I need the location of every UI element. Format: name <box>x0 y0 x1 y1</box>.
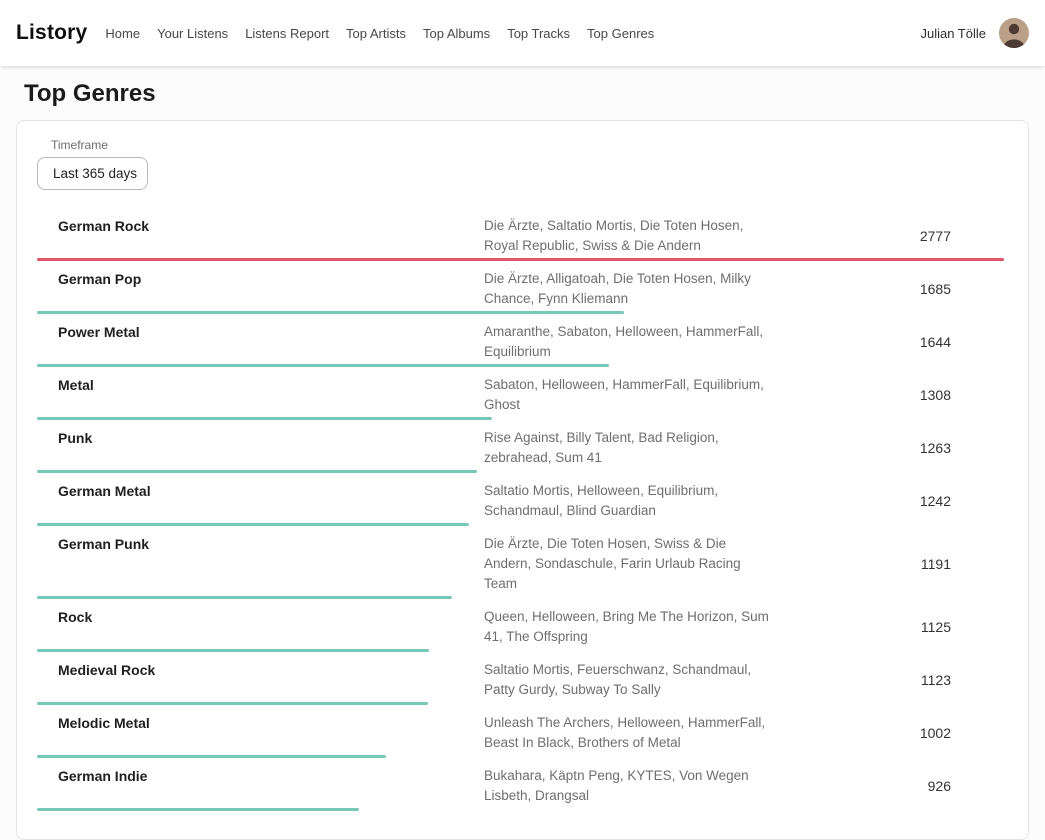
app-logo[interactable]: Listory <box>16 21 87 45</box>
timeframe-filter: Timeframe Last 365 days <box>37 138 1028 190</box>
genre-row-main: Metal Sabaton, Helloween, HammerFall, Eq… <box>37 375 1004 415</box>
nav-item-listens-report[interactable]: Listens Report <box>245 26 329 41</box>
genre-row-main: Medieval Rock Saltatio Mortis, Feuerschw… <box>37 660 1004 700</box>
genre-name: German Indie <box>37 766 484 786</box>
genre-artists: Die Ärzte, Alligatoah, Die Toten Hosen, … <box>484 269 769 309</box>
genre-row-main: German Indie Bukahara, Käptn Peng, KYTES… <box>37 766 1004 806</box>
genre-count: 1308 <box>799 387 1004 403</box>
genre-row-main: Power Metal Amaranthe, Sabaton, Hellowee… <box>37 322 1004 362</box>
genre-row: Punk Rise Against, Billy Talent, Bad Rel… <box>37 420 1004 473</box>
genre-table: German Rock Die Ärzte, Saltatio Mortis, … <box>37 208 1004 811</box>
nav-item-your-listens[interactable]: Your Listens <box>157 26 228 41</box>
top-genres-card: Timeframe Last 365 days German Rock Die … <box>16 120 1029 840</box>
genre-row: Medieval Rock Saltatio Mortis, Feuerschw… <box>37 652 1004 705</box>
genre-row: German Punk Die Ärzte, Die Toten Hosen, … <box>37 526 1004 599</box>
genre-count: 926 <box>799 778 1004 794</box>
genre-row-main: Melodic Metal Unleash The Archers, Hello… <box>37 713 1004 753</box>
timeframe-label: Timeframe <box>51 138 1028 152</box>
genre-count: 1191 <box>799 556 1004 572</box>
nav-item-top-albums[interactable]: Top Albums <box>423 26 490 41</box>
genre-name: Metal <box>37 375 484 395</box>
genre-count: 1263 <box>799 440 1004 456</box>
genre-row: Rock Queen, Helloween, Bring Me The Hori… <box>37 599 1004 652</box>
genre-row: German Metal Saltatio Mortis, Helloween,… <box>37 473 1004 526</box>
genre-artists: Queen, Helloween, Bring Me The Horizon, … <box>484 607 769 647</box>
page-title: Top Genres <box>0 80 1045 108</box>
genre-row: Metal Sabaton, Helloween, HammerFall, Eq… <box>37 367 1004 420</box>
genre-count: 1125 <box>799 619 1004 635</box>
genre-count: 1644 <box>799 334 1004 350</box>
timeframe-select[interactable]: Last 365 days <box>37 157 148 190</box>
genre-row: Power Metal Amaranthe, Sabaton, Hellowee… <box>37 314 1004 367</box>
genre-bar <box>37 808 359 811</box>
genre-artists: Sabaton, Helloween, HammerFall, Equilibr… <box>484 375 769 415</box>
genre-row: German Pop Die Ärzte, Alligatoah, Die To… <box>37 261 1004 314</box>
nav-links: Home Your Listens Listens Report Top Artist… <box>105 26 920 41</box>
genre-row-main: German Punk Die Ärzte, Die Toten Hosen, … <box>37 534 1004 594</box>
genre-artists: Die Ärzte, Saltatio Mortis, Die Toten Ho… <box>484 216 769 256</box>
genre-bar-track <box>37 808 1004 811</box>
genre-row: Melodic Metal Unleash The Archers, Hello… <box>37 705 1004 758</box>
genre-row-main: Rock Queen, Helloween, Bring Me The Hori… <box>37 607 1004 647</box>
user-avatar[interactable] <box>999 18 1029 48</box>
nav-item-top-genres[interactable]: Top Genres <box>587 26 654 41</box>
genre-name: Medieval Rock <box>37 660 484 680</box>
genre-name: Punk <box>37 428 484 448</box>
user-menu[interactable]: Julian Tölle <box>920 18 1029 48</box>
genre-row-main: German Rock Die Ärzte, Saltatio Mortis, … <box>37 216 1004 256</box>
genre-row-main: Punk Rise Against, Billy Talent, Bad Rel… <box>37 428 1004 468</box>
genre-name: Power Metal <box>37 322 484 342</box>
genre-artists: Saltatio Mortis, Helloween, Equilibrium,… <box>484 481 769 521</box>
genre-artists: Amaranthe, Sabaton, Helloween, HammerFal… <box>484 322 769 362</box>
nav-item-top-tracks[interactable]: Top Tracks <box>507 26 570 41</box>
genre-name: German Pop <box>37 269 484 289</box>
genre-name: German Punk <box>37 534 484 554</box>
nav-item-home[interactable]: Home <box>105 26 140 41</box>
genre-count: 1242 <box>799 493 1004 509</box>
user-name: Julian Tölle <box>920 26 986 41</box>
app-bar: Listory Home Your Listens Listens Report To… <box>0 0 1045 66</box>
genre-artists: Rise Against, Billy Talent, Bad Religion… <box>484 428 769 468</box>
genre-artists: Die Ärzte, Die Toten Hosen, Swiss & Die … <box>484 534 769 594</box>
genre-artists: Unleash The Archers, Helloween, HammerFa… <box>484 713 769 753</box>
genre-artists: Saltatio Mortis, Feuerschwanz, Schandmau… <box>484 660 769 700</box>
genre-row: German Rock Die Ärzte, Saltatio Mortis, … <box>37 208 1004 261</box>
genre-count: 1002 <box>799 725 1004 741</box>
genre-name: Melodic Metal <box>37 713 484 733</box>
genre-count: 1123 <box>799 672 1004 688</box>
genre-count: 2777 <box>799 228 1004 244</box>
genre-count: 1685 <box>799 281 1004 297</box>
genre-name: Rock <box>37 607 484 627</box>
genre-row-main: German Pop Die Ärzte, Alligatoah, Die To… <box>37 269 1004 309</box>
person-icon <box>999 18 1029 48</box>
genre-name: German Metal <box>37 481 484 501</box>
genre-name: German Rock <box>37 216 484 236</box>
genre-row-main: German Metal Saltatio Mortis, Helloween,… <box>37 481 1004 521</box>
genre-row: German Indie Bukahara, Käptn Peng, KYTES… <box>37 758 1004 811</box>
genre-artists: Bukahara, Käptn Peng, KYTES, Von Wegen L… <box>484 766 769 806</box>
nav-item-top-artists[interactable]: Top Artists <box>346 26 406 41</box>
